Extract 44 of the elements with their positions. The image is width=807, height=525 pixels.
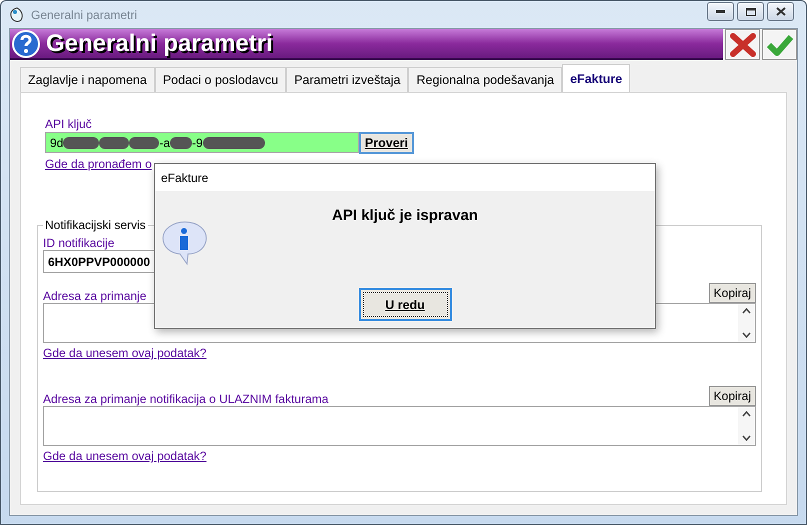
minimize-button[interactable] — [707, 2, 734, 21]
key-text: -a — [159, 136, 170, 150]
header-title: Generalni parametri — [46, 30, 273, 58]
redaction-mark — [170, 136, 192, 148]
key-text: -9 — [192, 136, 203, 150]
copy-button[interactable]: Kopiraj — [708, 386, 756, 406]
tab[interactable]: eFakture — [562, 64, 630, 92]
redaction-mark — [129, 136, 160, 148]
help-link[interactable]: Gde da unesem ovaj podatak? — [43, 346, 206, 360]
redaction-mark — [99, 136, 130, 148]
maximize-button[interactable] — [737, 2, 764, 21]
window-title: Generalni parametri — [31, 8, 138, 22]
field-label: Adresa za primanje notifikacija o ULAZNIM fakturama — [43, 392, 328, 406]
tab[interactable]: Podaci o poslodavcu — [154, 67, 286, 92]
close-button[interactable] — [767, 2, 794, 21]
help-link[interactable]: Gde da unesem ovaj podatak? — [43, 449, 206, 463]
close-icon — [730, 32, 756, 56]
copy-button[interactable]: Kopiraj — [708, 283, 756, 303]
dialog-message: API ključ je ispravan — [332, 207, 478, 226]
dialog-title: eFakture — [161, 170, 208, 184]
help-link[interactable]: Gde da pronađem o — [45, 157, 152, 171]
field-label: API ključ — [45, 117, 93, 131]
cancel-button[interactable] — [725, 29, 760, 60]
tab[interactable]: Zaglavlje i napomena — [20, 67, 155, 92]
tab[interactable]: Parametri izveštaja — [286, 67, 408, 92]
close-icon — [776, 7, 786, 16]
ok-button[interactable]: U redu — [358, 288, 452, 321]
maximize-icon — [746, 8, 756, 16]
info-icon — [160, 219, 210, 267]
api-key-field[interactable]: 9d -a -9 — [45, 132, 359, 153]
tab[interactable]: Regionalna podešavanja — [408, 67, 562, 92]
confirm-button[interactable] — [762, 29, 797, 60]
field-label: ID notifikacije — [43, 236, 116, 250]
redaction-mark — [202, 136, 265, 148]
checkmark-icon — [766, 32, 794, 56]
check-button[interactable]: Proveri — [358, 132, 414, 154]
minimize-icon — [716, 10, 725, 13]
key-text: 9d — [50, 136, 64, 150]
app-icon — [9, 6, 25, 22]
redaction-mark — [63, 136, 100, 148]
help-icon — [12, 30, 40, 58]
group-legend: Notifikacijski servis — [43, 218, 148, 232]
address-field[interactable] — [43, 406, 756, 446]
field-label: Adresa za primanje — [43, 289, 146, 303]
